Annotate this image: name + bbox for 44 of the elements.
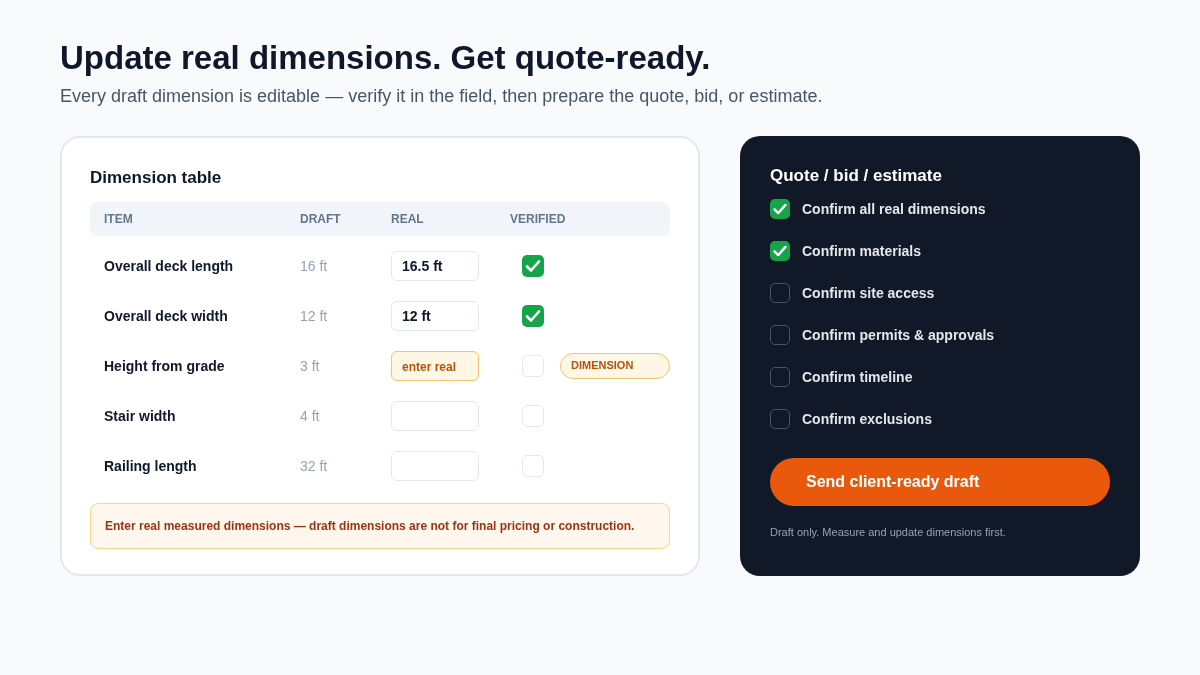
verified-checkbox[interactable] [522, 455, 544, 477]
item-label: Overall deck length [103, 258, 235, 274]
real-dimension-field[interactable]: 16.5 ft [391, 251, 479, 281]
page-headline: Update real dimensions. Get quote-ready. [60, 38, 712, 78]
card-title: Dimension table [90, 167, 223, 189]
real-dimension-field[interactable]: 12 ft [391, 301, 479, 331]
column-header: REAL [391, 212, 425, 226]
verified-checkbox[interactable] [522, 255, 544, 277]
checklist-label: Confirm permits & approvals [802, 327, 995, 343]
checklist-label: Confirm exclusions [802, 411, 932, 427]
item-label: Overall deck width [103, 308, 229, 324]
item-label: Height from grade [103, 358, 226, 374]
item-label: Stair width [103, 408, 177, 424]
real-dimension-field[interactable] [391, 401, 479, 431]
checklist-checkbox[interactable] [770, 325, 790, 345]
send-draft-button[interactable]: Send client-ready draft [770, 458, 1110, 506]
panel-title: Quote / bid / estimate [770, 165, 943, 187]
draft-note: Draft only. Measure and update dimensions first. [770, 526, 1007, 538]
draft-value: 16 ft [300, 258, 329, 274]
draft-value: 4 ft [300, 408, 321, 424]
column-header: VERIFIED [510, 212, 567, 226]
checklist-checkbox[interactable] [770, 241, 790, 261]
checklist-checkbox[interactable] [770, 409, 790, 429]
checklist-checkbox[interactable] [770, 199, 790, 219]
verified-checkbox[interactable] [522, 305, 544, 327]
draft-value: 3 ft [300, 358, 321, 374]
checklist-label: Confirm materials [802, 243, 922, 259]
column-header: ITEM [103, 212, 134, 226]
real-dimension-field[interactable]: enter real [391, 351, 479, 381]
draft-value: 32 ft [300, 458, 329, 474]
checklist-checkbox[interactable] [770, 367, 790, 387]
warning-banner: Enter real measured dimensions — draft dimensions are not for final pricing or construction. [90, 503, 670, 549]
checklist-label: Confirm site access [802, 285, 935, 301]
checklist-label: Confirm all real dimensions [802, 201, 986, 217]
real-dimension-field[interactable] [391, 451, 479, 481]
verified-checkbox[interactable] [522, 405, 544, 427]
page-subtitle: Every draft dimension is editable — verify it in the field, then prepare the quote, bid, or estimate. [60, 85, 824, 108]
checklist-checkbox[interactable] [770, 283, 790, 303]
draft-value: 12 ft [300, 308, 329, 324]
verified-checkbox[interactable] [522, 355, 544, 377]
dimension-badge: DIMENSION [560, 353, 670, 379]
item-label: Railing length [103, 458, 198, 474]
checklist-label: Confirm timeline [802, 369, 913, 385]
column-header: DRAFT [300, 212, 342, 226]
